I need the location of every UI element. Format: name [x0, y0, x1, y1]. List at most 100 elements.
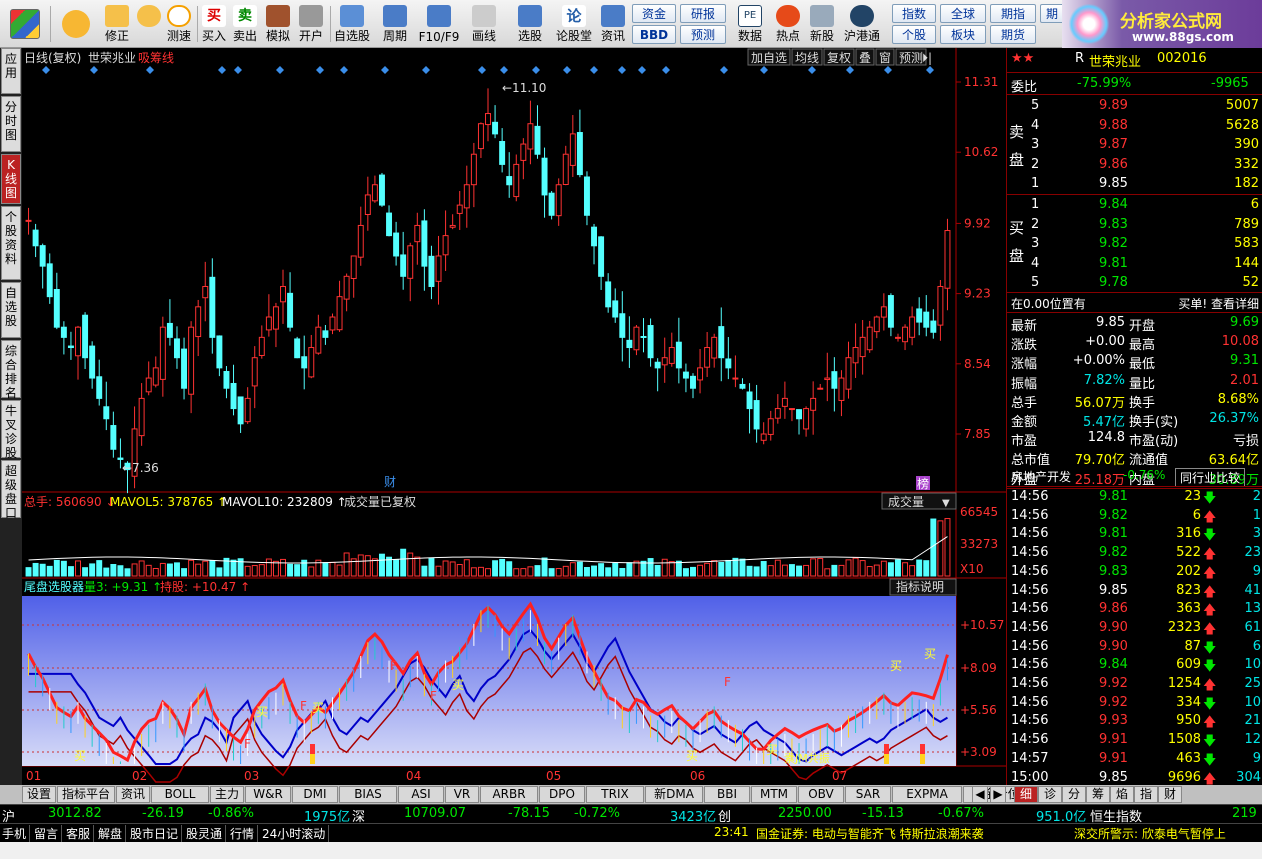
- bbd-button[interactable]: BBD: [632, 25, 676, 44]
- panel-tab-1[interactable]: 诊: [1038, 786, 1062, 803]
- indicator-tab-18[interactable]: EXPMA: [892, 786, 962, 803]
- chart-top-button-1[interactable]: 均线: [791, 48, 823, 66]
- panel-tab-0[interactable]: 细: [1014, 786, 1038, 803]
- indicator-tab-17[interactable]: SAR: [845, 786, 891, 803]
- hotspot-button[interactable]: 热点: [772, 2, 804, 46]
- watchlist-button[interactable]: 自选股: [332, 2, 372, 46]
- status-item-7[interactable]: 24小时滚动: [262, 825, 330, 842]
- indicator-tab-12[interactable]: TRIX: [586, 786, 644, 803]
- left-tab-1[interactable]: 分时图: [1, 96, 21, 152]
- quote-row: 14:56 9.92 334 🡇 10: [1007, 694, 1262, 713]
- left-tab-2[interactable]: K线图: [1, 154, 21, 204]
- indicator-tab-7[interactable]: BIAS: [339, 786, 397, 803]
- view-detail-link[interactable]: 买单! 查看详细: [1178, 295, 1259, 312]
- fund-button[interactable]: 资金: [632, 4, 676, 23]
- system-menu-button[interactable]: [6, 2, 44, 46]
- period-button[interactable]: 周期: [378, 2, 412, 46]
- indicator-tab-3[interactable]: BOLL: [151, 786, 209, 803]
- chart-top-button-2[interactable]: 复权: [823, 48, 855, 66]
- index-button[interactable]: 指数: [892, 4, 936, 23]
- speedtest-button[interactable]: 测速: [164, 2, 194, 46]
- left-tab-7[interactable]: 超级盘口: [1, 460, 21, 520]
- data-button[interactable]: PE 数据: [734, 2, 766, 46]
- left-tab-3[interactable]: 个股资料: [1, 206, 21, 280]
- more-button[interactable]: 期: [1040, 4, 1064, 23]
- chart-top-button-3[interactable]: 叠: [855, 48, 875, 66]
- indicator-explain-button[interactable]: 指标说明: [889, 578, 957, 596]
- back-button[interactable]: [58, 2, 94, 46]
- panel-tab-5[interactable]: 指: [1134, 786, 1158, 803]
- indicator-tab-16[interactable]: OBV: [798, 786, 844, 803]
- stock-button[interactable]: 个股: [892, 25, 936, 44]
- refresh-button[interactable]: [134, 2, 164, 46]
- status-item-0[interactable]: 手机: [2, 825, 31, 842]
- indicator-tab-5[interactable]: W&R: [245, 786, 291, 803]
- sector-button[interactable]: 板块: [940, 25, 986, 44]
- indicator-tab-15[interactable]: MTM: [751, 786, 797, 803]
- buy-price: 9.78: [1099, 275, 1128, 290]
- chart-area[interactable]: 日线(复权) 世荣兆业 吸筹线 加自选 均线 复权叠窗预测 ⏵| 11.31 10.62 9.92…: [22, 48, 1006, 785]
- sell-button[interactable]: 卖 卖出: [231, 2, 259, 46]
- indicator-tab-1[interactable]: 指标平台: [57, 786, 115, 803]
- news-button[interactable]: 资讯: [598, 2, 628, 46]
- panel-tab-4[interactable]: 焰: [1110, 786, 1134, 803]
- tick-volume: 9696: [1167, 769, 1201, 785]
- left-tab-5[interactable]: 综合排名: [1, 340, 21, 400]
- status-item-5[interactable]: 股灵通: [186, 825, 227, 842]
- indicator-tab-2[interactable]: 资讯: [116, 786, 150, 803]
- status-item-2[interactable]: 客服: [66, 825, 95, 842]
- panel-tab-3[interactable]: 筹: [1086, 786, 1110, 803]
- indicator-tab-4[interactable]: 主力: [210, 786, 244, 803]
- status-item-3[interactable]: 解盘: [98, 825, 127, 842]
- forum-button[interactable]: 论 论股堂: [554, 2, 594, 46]
- price-tick-2: 9.92: [964, 216, 991, 230]
- f10-button[interactable]: F10/F9: [418, 2, 460, 46]
- panel-tab-6[interactable]: 财: [1158, 786, 1182, 803]
- indicator-tab-9[interactable]: VR: [445, 786, 479, 803]
- draw-line-button[interactable]: 画线: [466, 2, 502, 46]
- stock-select-button[interactable]: 选股: [512, 2, 548, 46]
- volume-dropdown[interactable]: 成交量 ▼: [881, 492, 957, 510]
- indicator-tab-10[interactable]: ARBR: [480, 786, 538, 803]
- indicator-tab-6[interactable]: DMI: [292, 786, 338, 803]
- futures-button[interactable]: 期货: [990, 25, 1036, 44]
- simulate-button[interactable]: 模拟: [264, 2, 292, 46]
- indicator-tab-14[interactable]: BBI: [704, 786, 750, 803]
- sh-change: -26.19: [142, 806, 184, 821]
- indicator-tab-0[interactable]: 设置: [22, 786, 56, 803]
- forecast-button[interactable]: 预测: [680, 25, 726, 44]
- divider: [1007, 194, 1262, 195]
- buy-button[interactable]: 买 买入: [200, 2, 228, 46]
- chart-top-button-0[interactable]: 加自选: [747, 48, 791, 66]
- indicator-tab-8[interactable]: ASI: [398, 786, 444, 803]
- index-futures-button[interactable]: 期指: [990, 4, 1036, 23]
- left-tab-6[interactable]: 牛叉诊股: [1, 400, 21, 460]
- chart-nav-arrow-icon[interactable]: ⏵|: [922, 51, 932, 65]
- news-headline[interactable]: 国金证券: 电动与智能齐飞 特斯拉浪潮来袭: [756, 825, 984, 842]
- ipo-button[interactable]: 新股: [806, 2, 838, 46]
- status-item-4[interactable]: 股市日记: [130, 825, 183, 842]
- sector-name[interactable]: 房地产开发: [1011, 468, 1071, 485]
- sector-compare-button[interactable]: 同行业比较: [1175, 468, 1246, 487]
- scroll-right-icon[interactable]: ▶: [990, 786, 1006, 803]
- left-tab-0[interactable]: 应用: [1, 48, 21, 94]
- open-account-button[interactable]: 开户: [296, 2, 326, 46]
- status-item-6[interactable]: 行情: [230, 825, 259, 842]
- revise-button[interactable]: 修正: [100, 2, 134, 46]
- hk-connect-button[interactable]: 沪港通: [840, 2, 884, 46]
- ranking-marker[interactable]: 榜: [916, 476, 930, 491]
- indicator-tab-11[interactable]: DPO: [539, 786, 585, 803]
- left-tab-4[interactable]: 自选股: [1, 282, 21, 338]
- panel-tab-2[interactable]: 分: [1062, 786, 1086, 803]
- buy-level: 4: [1031, 255, 1040, 271]
- indicator-tab-13[interactable]: 新DMA: [645, 786, 703, 803]
- tick-price: 9.91: [1099, 732, 1128, 748]
- sh-percent: -0.86%: [208, 806, 254, 821]
- chart-top-button-4[interactable]: 窗: [875, 48, 895, 66]
- status-item-1[interactable]: 留言: [34, 825, 63, 842]
- kline-chart-svg[interactable]: 日线(复权) 世荣兆业 吸筹线 加自选 均线 复权叠窗预测⏵| 11.31 10.62 9.92…: [22, 48, 1006, 785]
- research-button[interactable]: 研报: [680, 4, 726, 23]
- exchange-notice[interactable]: 深交所警示: 欣泰电气暂停上: [1074, 825, 1226, 842]
- scroll-left-icon[interactable]: ◀: [972, 786, 988, 803]
- global-button[interactable]: 全球: [940, 4, 986, 23]
